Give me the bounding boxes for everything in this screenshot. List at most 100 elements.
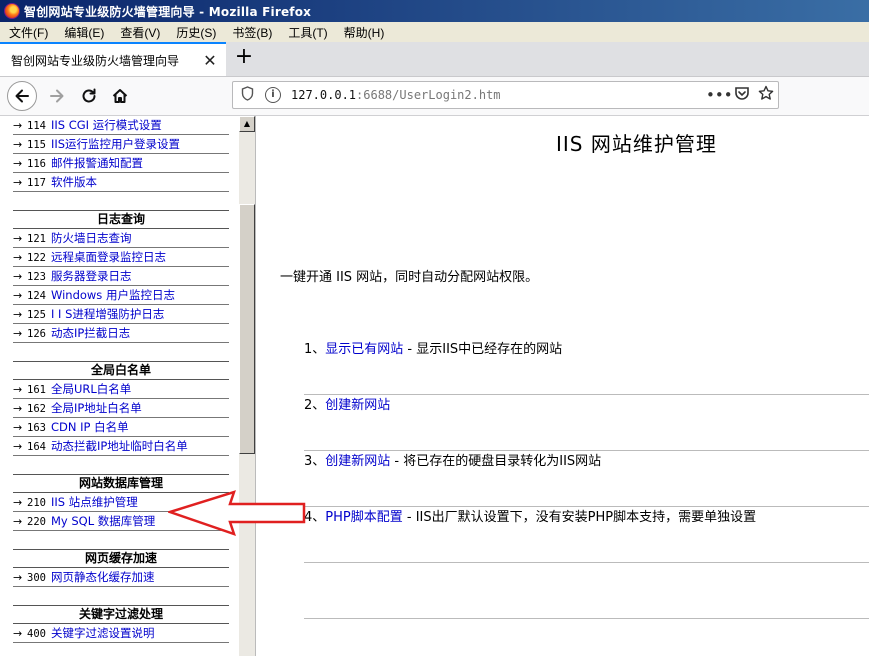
menu-item-124[interactable]: → 124 Windows 用户监控日志: [13, 286, 229, 305]
back-arrow-icon: [15, 89, 29, 103]
item-link[interactable]: IIS运行监控用户登录设置: [51, 137, 180, 151]
reload-button[interactable]: [74, 81, 104, 111]
new-tab-icon[interactable]: +: [232, 46, 256, 70]
menu-item-300[interactable]: → 300 网页静态化缓存加速: [13, 568, 229, 587]
option-number: 2、: [304, 398, 326, 413]
item-link[interactable]: IIS 站点维护管理: [51, 495, 138, 509]
right-arrow-icon: →: [13, 402, 23, 415]
item-number: 220: [27, 516, 46, 528]
item-link[interactable]: CDN IP 白名单: [51, 420, 129, 434]
item-link[interactable]: 关键字过滤设置说明: [51, 626, 155, 640]
menu-item-161[interactable]: → 161 全局URL白名单: [13, 380, 229, 399]
left-menu: → 114 IIS CGI 运行模式设置 → 115 IIS运行监控用户登录设置 → 11…: [13, 116, 229, 643]
url-text[interactable]: 127.0.0.1:6688/UserLogin2.htm: [291, 88, 706, 102]
item-number: 124: [27, 290, 46, 302]
right-arrow-icon: →: [13, 157, 23, 170]
item-link[interactable]: IIS CGI 运行模式设置: [51, 118, 162, 132]
forward-button[interactable]: [42, 81, 72, 111]
back-button[interactable]: [7, 81, 37, 111]
php-config-link[interactable]: PHP脚本配置: [325, 510, 402, 525]
right-arrow-icon: →: [13, 176, 23, 189]
menu-item-163[interactable]: → 163 CDN IP 白名单: [13, 418, 229, 437]
right-arrow-icon: →: [13, 515, 23, 528]
bookmark-star-icon[interactable]: [754, 85, 778, 105]
url-host: 127.0.0.1: [291, 88, 357, 102]
item-number: 114: [27, 120, 46, 132]
left-frame-scrollbar[interactable]: ▲: [239, 116, 255, 656]
item-link[interactable]: 软件版本: [51, 175, 97, 189]
url-path: :6688/UserLogin2.htm: [356, 88, 501, 102]
right-arrow-icon: →: [13, 327, 23, 340]
page-actions-icon[interactable]: •••: [706, 86, 733, 104]
window-title-bar: 智创网站专业级防火墙管理向导 - Mozilla Firefox: [0, 0, 869, 22]
menu-view[interactable]: 查看(V): [111, 24, 167, 41]
option-desc: - IIS出厂默认设置下，没有安装PHP脚本支持，需要单独设置: [402, 510, 757, 525]
menu-section-cache: 网页缓存加速 → 300 网页静态化缓存加速: [13, 549, 229, 587]
menu-section-logs: 日志查询 → 121 防火墙日志查询 → 122 远程桌面登录监控日志 → 123 服务器登…: [13, 210, 229, 343]
right-arrow-icon: →: [13, 627, 23, 640]
item-number: 121: [27, 233, 46, 245]
menu-item-125[interactable]: → 125 I I S进程增强防护日志: [13, 305, 229, 324]
home-button[interactable]: [105, 81, 135, 111]
right-arrow-icon: →: [13, 251, 23, 264]
item-link[interactable]: I I S进程增强防护日志: [51, 307, 164, 321]
menu-item-126[interactable]: → 126 动态IP拦截日志: [13, 324, 229, 343]
menu-item-400[interactable]: → 400 关键字过滤设置说明: [13, 624, 229, 643]
menu-item-162[interactable]: → 162 全局IP地址白名单: [13, 399, 229, 418]
item-link[interactable]: 全局IP地址白名单: [51, 401, 142, 415]
url-bar[interactable]: i 127.0.0.1:6688/UserLogin2.htm •••: [232, 81, 779, 109]
item-link[interactable]: 服务器登录日志: [51, 269, 132, 283]
item-link[interactable]: 邮件报警通知配置: [51, 156, 143, 170]
menu-item-116[interactable]: → 116 邮件报警通知配置: [13, 154, 229, 173]
menu-item-121[interactable]: → 121 防火墙日志查询: [13, 229, 229, 248]
scroll-up-icon[interactable]: ▲: [239, 116, 255, 132]
scroll-thumb[interactable]: [239, 204, 255, 454]
option-desc: - 显示IIS中已经存在的网站: [403, 342, 563, 357]
menu-item-115[interactable]: → 115 IIS运行监控用户登录设置: [13, 135, 229, 154]
menu-edit[interactable]: 编辑(E): [55, 24, 111, 41]
menu-file[interactable]: 文件(F): [0, 24, 55, 41]
item-number: 122: [27, 252, 46, 264]
item-link[interactable]: 网页静态化缓存加速: [51, 570, 155, 584]
menu-history[interactable]: 历史(S): [167, 24, 223, 41]
menu-item-122[interactable]: → 122 远程桌面登录监控日志: [13, 248, 229, 267]
red-pointer-arrow-icon: [168, 490, 306, 536]
item-link[interactable]: 全局URL白名单: [51, 382, 131, 396]
create-site-link[interactable]: 创建新网站: [325, 398, 390, 413]
item-link[interactable]: 防火墙日志查询: [51, 231, 132, 245]
right-arrow-icon: →: [13, 232, 23, 245]
tab-active[interactable]: 智创网站专业级防火墙管理向导 ✕: [0, 42, 226, 76]
convert-dir-link[interactable]: 创建新网站: [325, 454, 390, 469]
show-sites-link[interactable]: 显示已有网站: [325, 342, 403, 357]
section-heading: 日志查询: [13, 210, 229, 229]
section-heading: 关键字过滤处理: [13, 605, 229, 624]
section-heading: 全局白名单: [13, 361, 229, 380]
item-link[interactable]: 动态拦截IP地址临时白名单: [51, 439, 188, 453]
item-link[interactable]: Windows 用户监控日志: [51, 288, 175, 302]
window-title: 智创网站专业级防火墙管理向导 - Mozilla Firefox: [24, 4, 312, 19]
item-number: 115: [27, 139, 46, 151]
reload-icon: [82, 88, 96, 103]
menu-item-123[interactable]: → 123 服务器登录日志: [13, 267, 229, 286]
menu-tools[interactable]: 工具(T): [279, 24, 334, 41]
pocket-icon[interactable]: [730, 85, 754, 105]
item-number: 163: [27, 422, 46, 434]
firefox-logo-icon: [4, 3, 20, 19]
tracking-shield-icon[interactable]: [241, 85, 257, 105]
close-tab-icon[interactable]: ✕: [200, 51, 220, 70]
menu-section-top: → 114 IIS CGI 运行模式设置 → 115 IIS运行监控用户登录设置 → 11…: [13, 116, 229, 192]
item-number: 400: [27, 628, 46, 640]
site-info-icon[interactable]: i: [265, 87, 281, 103]
menu-item-117[interactable]: → 117 软件版本: [13, 173, 229, 192]
right-arrow-icon: →: [13, 270, 23, 283]
item-link[interactable]: My SQL 数据库管理: [51, 514, 155, 528]
menu-item-164[interactable]: → 164 动态拦截IP地址临时白名单: [13, 437, 229, 456]
item-link[interactable]: 动态IP拦截日志: [51, 326, 130, 340]
menu-help[interactable]: 帮助(H): [335, 24, 392, 41]
item-link[interactable]: 远程桌面登录监控日志: [51, 250, 166, 264]
right-arrow-icon: →: [13, 138, 23, 151]
menu-item-114[interactable]: → 114 IIS CGI 运行模式设置: [13, 116, 229, 135]
menu-bookmarks[interactable]: 书签(B): [223, 24, 279, 41]
section-heading: 网页缓存加速: [13, 549, 229, 568]
home-icon: [112, 89, 128, 103]
